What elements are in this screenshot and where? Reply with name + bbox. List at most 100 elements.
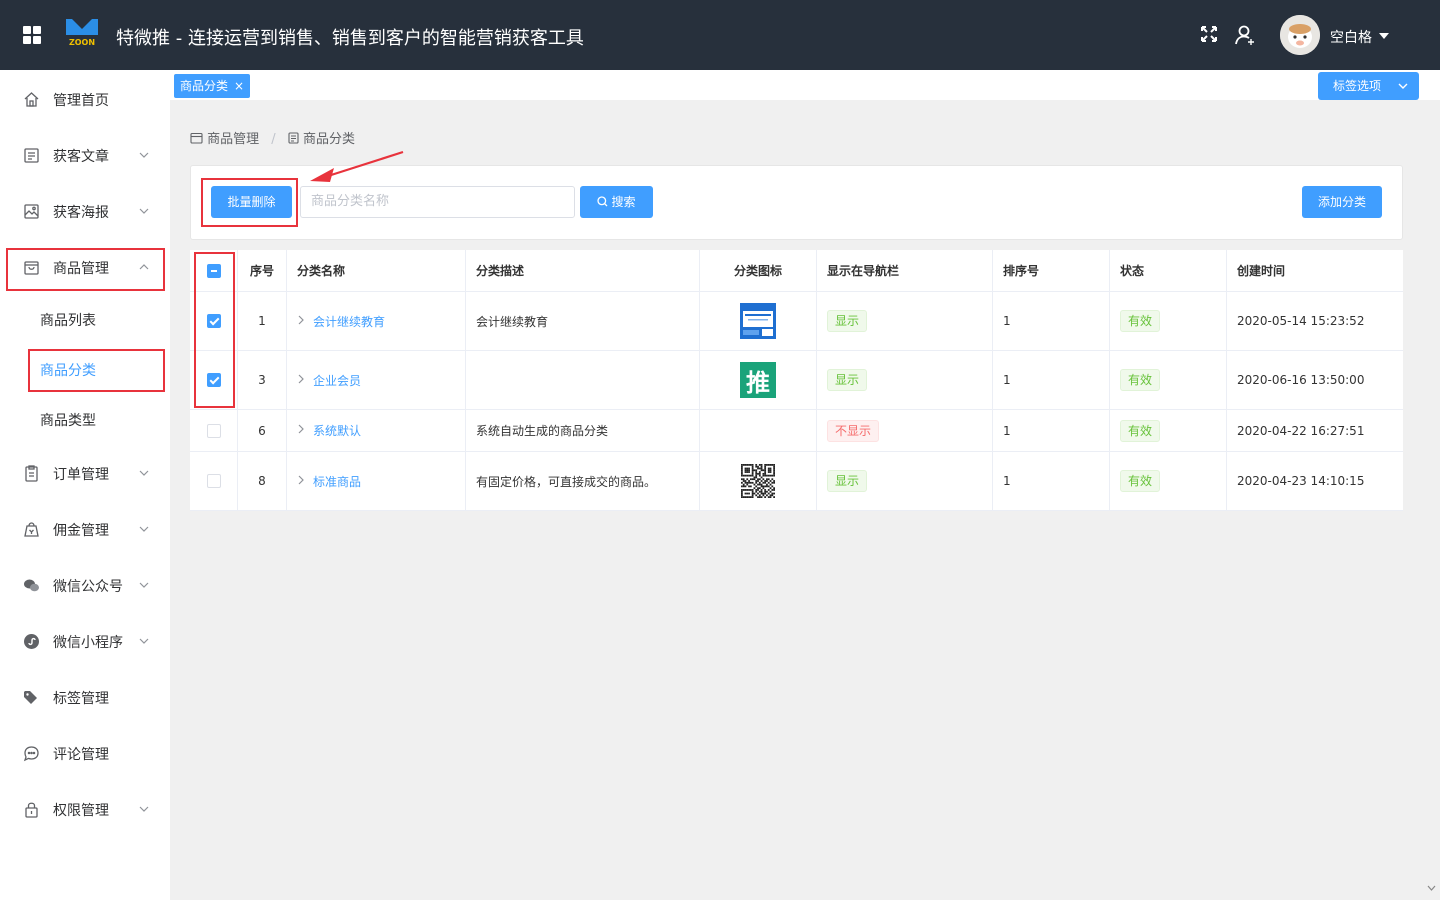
search-button[interactable]: 搜索 xyxy=(580,186,653,218)
status-badge: 有效 xyxy=(1120,369,1161,391)
comment-icon xyxy=(23,745,40,762)
user-icon[interactable] xyxy=(1234,24,1256,46)
tab-label: 商品分类 xyxy=(180,79,229,93)
column-header: 显示在导航栏 xyxy=(817,250,993,291)
sort-cell: 1 xyxy=(993,292,1110,350)
top-bar: ZOON 特微推 - 连接运营到销售、销售到客户的智能营销获客工具 空白格 xyxy=(0,0,1440,70)
page-scrollbar[interactable] xyxy=(1423,100,1440,900)
tab-goods-category[interactable]: 商品分类 × xyxy=(174,74,251,98)
created-time-cell: 2020-06-16 13:50:00 xyxy=(1237,373,1365,387)
sidebar-item-label: 订单管理 xyxy=(53,467,109,483)
user-menu-caret-icon[interactable] xyxy=(1379,33,1389,39)
goods-icon xyxy=(23,259,40,276)
sidebar-item-label: 权限管理 xyxy=(53,803,109,819)
tag-icon xyxy=(23,689,40,706)
article-icon xyxy=(23,147,40,164)
expand-chevron-icon[interactable] xyxy=(297,315,305,328)
sidebar-item-label: 评论管理 xyxy=(53,747,109,763)
index-cell: 6 xyxy=(238,410,287,451)
wechat-official-icon xyxy=(23,577,40,594)
category-name-link[interactable]: 标准商品 xyxy=(313,473,361,490)
nav-display-cell: 显示 xyxy=(817,452,993,510)
add-category-button[interactable]: 添加分类 xyxy=(1302,186,1382,218)
row-checkbox[interactable] xyxy=(206,373,221,387)
lock-icon xyxy=(23,801,40,818)
sidebar-item-posters[interactable]: 获客海报 xyxy=(0,191,170,231)
column-header: 分类名称 xyxy=(287,250,466,291)
tag-bar: 商品分类 × 标签选项 xyxy=(170,70,1440,100)
sidebar-item-permissions[interactable]: 权限管理 xyxy=(0,789,170,829)
description-cell: 系统自动生成的商品分类 xyxy=(466,410,700,451)
name-cell: 企业会员 xyxy=(287,351,466,409)
select-cell xyxy=(190,351,238,409)
sidebar-item-label: 获客海报 xyxy=(53,205,109,221)
sidebar-item-label: 商品管理 xyxy=(53,261,109,277)
category-name-input[interactable]: 商品分类名称 xyxy=(300,186,575,218)
search-button-label: 搜索 xyxy=(611,195,636,209)
sidebar-item-commission[interactable]: 佣金管理 xyxy=(0,509,170,549)
sidebar-subitem-label: 商品分类 xyxy=(40,363,96,379)
sidebar-item-mini-program[interactable]: 微信小程序 xyxy=(0,621,170,661)
close-icon[interactable]: × xyxy=(234,79,244,93)
sidebar-item-label: 获客文章 xyxy=(53,149,109,165)
category-name-link[interactable]: 系统默认 xyxy=(313,422,361,439)
sidebar-item-home[interactable]: 管理首页 xyxy=(0,79,170,119)
sidebar-subitem-goods-type[interactable]: 商品类型 xyxy=(0,399,170,439)
sort-cell: 1 xyxy=(993,452,1110,510)
tag-options-label: 标签选项 xyxy=(1333,79,1382,93)
column-header: 分类图标 xyxy=(700,250,817,291)
chevron-up-icon xyxy=(138,261,150,273)
chevron-down-icon xyxy=(138,205,150,217)
avatar[interactable] xyxy=(1280,15,1320,55)
mini-program-icon xyxy=(23,633,40,650)
nav-status-badge: 显示 xyxy=(827,470,868,492)
name-cell: 会计继续教育 xyxy=(287,292,466,350)
sidebar-item-label: 标签管理 xyxy=(53,691,109,707)
breadcrumb-parent[interactable]: 商品管理 xyxy=(207,132,259,147)
column-header: 序号 xyxy=(238,250,287,291)
created-time-cell: 2020-04-22 16:27:51 xyxy=(1237,423,1365,438)
expand-chevron-icon[interactable] xyxy=(297,374,305,387)
fullscreen-icon[interactable] xyxy=(1199,24,1221,46)
sidebar-item-tags[interactable]: 标签管理 xyxy=(0,677,170,717)
status-badge: 有效 xyxy=(1120,419,1161,442)
status-cell: 有效 xyxy=(1110,410,1227,451)
expand-chevron-icon[interactable] xyxy=(297,475,305,488)
expand-chevron-icon[interactable] xyxy=(297,424,305,437)
name-cell: 标准商品 xyxy=(287,452,466,510)
nav-display-cell: 显示 xyxy=(817,351,993,409)
column-header: 排序号 xyxy=(993,250,1110,291)
document-icon xyxy=(288,132,299,144)
index-cell: 1 xyxy=(238,292,287,350)
column-header: 创建时间 xyxy=(1237,264,1286,278)
created-time-cell: 2020-04-23 14:10:15 xyxy=(1237,474,1365,488)
chevron-down-icon xyxy=(138,523,150,535)
sidebar-item-orders[interactable]: 订单管理 xyxy=(0,453,170,493)
table-row: 3 企业会员 推 显示 1 有效 2020-06-16 13:50:00 xyxy=(190,351,1403,410)
sidebar-subitem-goods-list[interactable]: 商品列表 xyxy=(0,299,170,339)
sidebar-item-comments[interactable]: 评论管理 xyxy=(0,733,170,773)
tag-options-button[interactable]: 标签选项 xyxy=(1318,72,1419,100)
row-checkbox[interactable] xyxy=(206,423,221,438)
sidebar-subitem-label: 商品类型 xyxy=(40,413,96,429)
description-cell: 有固定价格，可直接成交的商品。 xyxy=(466,452,700,510)
sidebar-item-wechat-official[interactable]: 微信公众号 xyxy=(0,565,170,605)
user-name[interactable]: 空白格 xyxy=(1330,27,1372,47)
breadcrumb-current: 商品分类 xyxy=(302,132,355,147)
apps-grid-icon[interactable] xyxy=(23,26,41,44)
category-name-link[interactable]: 企业会员 xyxy=(313,372,361,389)
category-name-link[interactable]: 会计继续教育 xyxy=(313,313,385,330)
batch-delete-button[interactable]: 批量删除 xyxy=(211,186,292,218)
row-checkbox[interactable] xyxy=(206,474,221,488)
select-all-checkbox[interactable] xyxy=(206,263,221,278)
annotation-arrow xyxy=(310,150,404,182)
sidebar-item-goods[interactable]: 商品管理 xyxy=(0,247,170,287)
sidebar-item-articles[interactable]: 获客文章 xyxy=(0,135,170,175)
row-checkbox[interactable] xyxy=(206,314,221,328)
table-row: 8 标准商品 有固定价格，可直接成交的商品。 显示 1 有效 2020-04-23 14:1… xyxy=(190,452,1403,511)
sidebar: 管理首页 获客文章 获客海报 商品管理 商品列表 商品分类 商品类型 订单管理 … xyxy=(0,70,170,900)
app-title: 特微推 - 连接运营到销售、销售到客户的智能营销获客工具 xyxy=(116,28,584,49)
sidebar-subitem-goods-category[interactable]: 商品分类 xyxy=(0,349,170,389)
logo-text: ZOON xyxy=(69,38,95,47)
order-icon xyxy=(23,465,40,482)
